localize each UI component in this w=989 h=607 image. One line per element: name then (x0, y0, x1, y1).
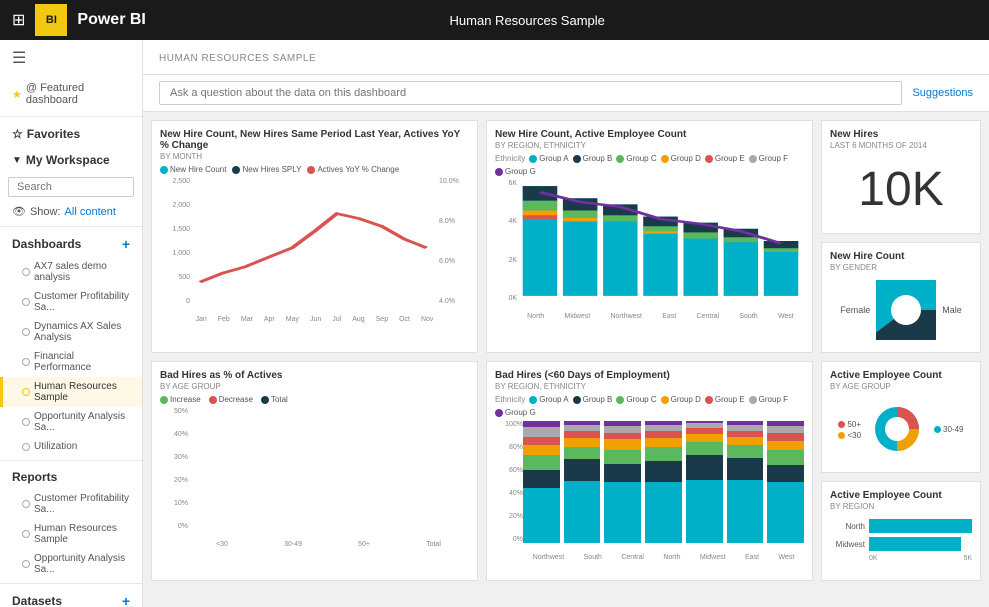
right-column: New Hires LAST 6 MONTHS OF 2014 10K New … (821, 120, 981, 353)
tile2-subtitle: BY REGION, ETHNICITY (495, 141, 804, 150)
star-icon: ★ (12, 88, 22, 101)
tile4-legend: Increase Decrease Total (160, 395, 469, 404)
tile-new-hire-count[interactable]: New Hire Count, New Hires Same Period La… (151, 120, 478, 353)
tile7-chart: 50+ <30 30-49 (830, 395, 972, 464)
tile-new-hires-10k[interactable]: New Hires LAST 6 MONTHS OF 2014 10K (821, 120, 981, 234)
tile5-legend: Ethnicity Group A Group B Group C Group … (495, 395, 804, 417)
legend-item-1: New Hire Count (160, 165, 226, 174)
female-label: Female (840, 305, 870, 315)
search-bar (0, 173, 142, 201)
qa-bar: Suggestions (143, 75, 989, 112)
tile2-legend: Ethnicity Group A Group B Group C Group … (495, 154, 804, 176)
tile6-subtitle: BY GENDER (830, 263, 972, 272)
add-dataset-icon[interactable]: + (122, 593, 130, 607)
sidebar: ☰ ★ @ Featured dashboard ☆ Favorites ▼ M… (0, 40, 143, 607)
tile6-chart: Female Male (830, 276, 972, 344)
line-overlay (190, 178, 439, 305)
tile1-chart: 2,500 2,000 1,500 1,000 500 0 10.0% 8.0%… (160, 178, 469, 323)
search-input[interactable] (8, 177, 134, 197)
qa-input[interactable] (159, 81, 902, 105)
content-header: HUMAN RESOURCES SAMPLE (143, 40, 989, 75)
legend-item-2: New Hires SPLY (232, 165, 301, 174)
tile3-title: New Hires (830, 129, 972, 140)
page-title: Human Resources Sample (307, 13, 747, 28)
dashboard-item-6[interactable]: Opportunity Analysis Sa... (0, 407, 142, 437)
datasets-header[interactable]: Datasets + (0, 588, 142, 607)
tile5-title: Bad Hires (<60 Days of Employment) (495, 370, 804, 381)
brand-label: Power BI (77, 11, 297, 29)
topbar: ⊞ BI Power BI Human Resources Sample (0, 0, 989, 40)
dashboard-body: New Hire Count, New Hires Same Period La… (143, 112, 989, 607)
right-column-bottom: Active Employee Count BY AGE GROUP 50+ <… (821, 361, 981, 581)
dashboards-header[interactable]: Dashboards + (0, 231, 142, 257)
tile-bad-hires-60[interactable]: Bad Hires (<60 Days of Employment) BY RE… (486, 361, 813, 581)
dashboard-item-3[interactable]: Dynamics AX Sales Analysis (0, 317, 142, 347)
dashboard-circle-icon (22, 418, 30, 426)
dashboard-title: HUMAN RESOURCES SAMPLE (159, 53, 316, 64)
dashboard-item-2[interactable]: Customer Profitability Sa... (0, 287, 142, 317)
report-item-1[interactable]: Customer Profitability Sa... (0, 489, 142, 519)
tile7-title: Active Employee Count (830, 370, 972, 381)
report-circle-icon (22, 530, 30, 538)
report-item-3[interactable]: Opportunity Analysis Sa... (0, 549, 142, 579)
reports-header[interactable]: Reports (0, 465, 142, 489)
dashboard-item-5[interactable]: Human Resources Sample (0, 377, 142, 407)
active-age-donut (865, 397, 930, 462)
tile3-number: 10K (830, 154, 972, 225)
logo-box: BI (35, 4, 67, 36)
tile-new-hire-gender[interactable]: New Hire Count BY GENDER Female Male (821, 242, 981, 353)
tile5-subtitle: BY REGION, ETHNICITY (495, 382, 804, 391)
my-workspace-section[interactable]: ▼ My Workspace (0, 147, 142, 173)
favorites-section[interactable]: ☆ Favorites (0, 121, 142, 147)
tile-bad-hires-pct[interactable]: Bad Hires as % of Actives BY AGE GROUP I… (151, 361, 478, 581)
content-area: HUMAN RESOURCES SAMPLE Suggestions New H… (143, 40, 989, 607)
dashboard-item-4[interactable]: Financial Performance (0, 347, 142, 377)
tile2-svg (517, 180, 804, 302)
dashboard-item-1[interactable]: AX7 sales demo analysis (0, 257, 142, 287)
male-label: Male (942, 305, 962, 315)
apps-icon[interactable]: ⊞ (12, 10, 25, 30)
tile-new-hire-active[interactable]: New Hire Count, Active Employee Count BY… (486, 120, 813, 353)
suggestions-link[interactable]: Suggestions (912, 87, 973, 99)
dashboard-circle-icon (22, 328, 30, 336)
star-icon-fav: ☆ (12, 127, 23, 141)
report-circle-icon (22, 560, 30, 568)
dashboard-item-7[interactable]: Utilization (0, 437, 142, 456)
add-dashboard-icon[interactable]: + (122, 236, 130, 252)
tile1-legend: New Hire Count New Hires SPLY Actives Yo… (160, 165, 469, 174)
tile2-title: New Hire Count, Active Employee Count (495, 129, 804, 140)
dashboard-circle-icon (22, 443, 30, 451)
dashboard-circle-icon (22, 268, 30, 276)
tile4-title: Bad Hires as % of Actives (160, 370, 469, 381)
tile8-subtitle: BY REGION (830, 502, 972, 511)
tile1-title: New Hire Count, New Hires Same Period La… (160, 129, 469, 151)
main-layout: ☰ ★ @ Featured dashboard ☆ Favorites ▼ M… (0, 40, 989, 607)
tile5-chart: 100% 80% 60% 40% 20% 0% (495, 421, 804, 561)
chevron-down-icon: ▼ (12, 155, 22, 166)
report-circle-icon (22, 500, 30, 508)
legend-item-3: Actives YoY % Change (307, 165, 399, 174)
hamburger[interactable]: ☰ (0, 40, 142, 76)
report-item-2[interactable]: Human Resources Sample (0, 519, 142, 549)
tile3-subtitle: LAST 6 MONTHS OF 2014 (830, 141, 972, 150)
donut-chart (876, 280, 936, 340)
tile4-subtitle: BY AGE GROUP (160, 382, 469, 391)
tile4-chart: 50% 40% 30% 20% 10% 0% (160, 408, 469, 548)
featured-dashboard[interactable]: ★ @ Featured dashboard (0, 76, 142, 112)
dashboard-circle-icon (22, 358, 30, 366)
tile2-chart: 6K 4K 2K 0K (495, 180, 804, 320)
tile6-title: New Hire Count (830, 251, 972, 262)
dashboard-circle-icon (22, 388, 30, 396)
dashboard-circle-icon (22, 298, 30, 306)
tile7-subtitle: BY AGE GROUP (830, 382, 972, 391)
tile-active-age[interactable]: Active Employee Count BY AGE GROUP 50+ <… (821, 361, 981, 473)
show-all[interactable]: 👁 Show: All content (0, 201, 142, 222)
tile1-subtitle: BY MONTH (160, 152, 469, 161)
tile8-title: Active Employee Count (830, 490, 972, 501)
eye-icon: 👁 (12, 205, 26, 218)
tile8-chart: North Midwest 0K 5K (830, 515, 972, 566)
tile-active-region[interactable]: Active Employee Count BY REGION North Mi… (821, 481, 981, 581)
